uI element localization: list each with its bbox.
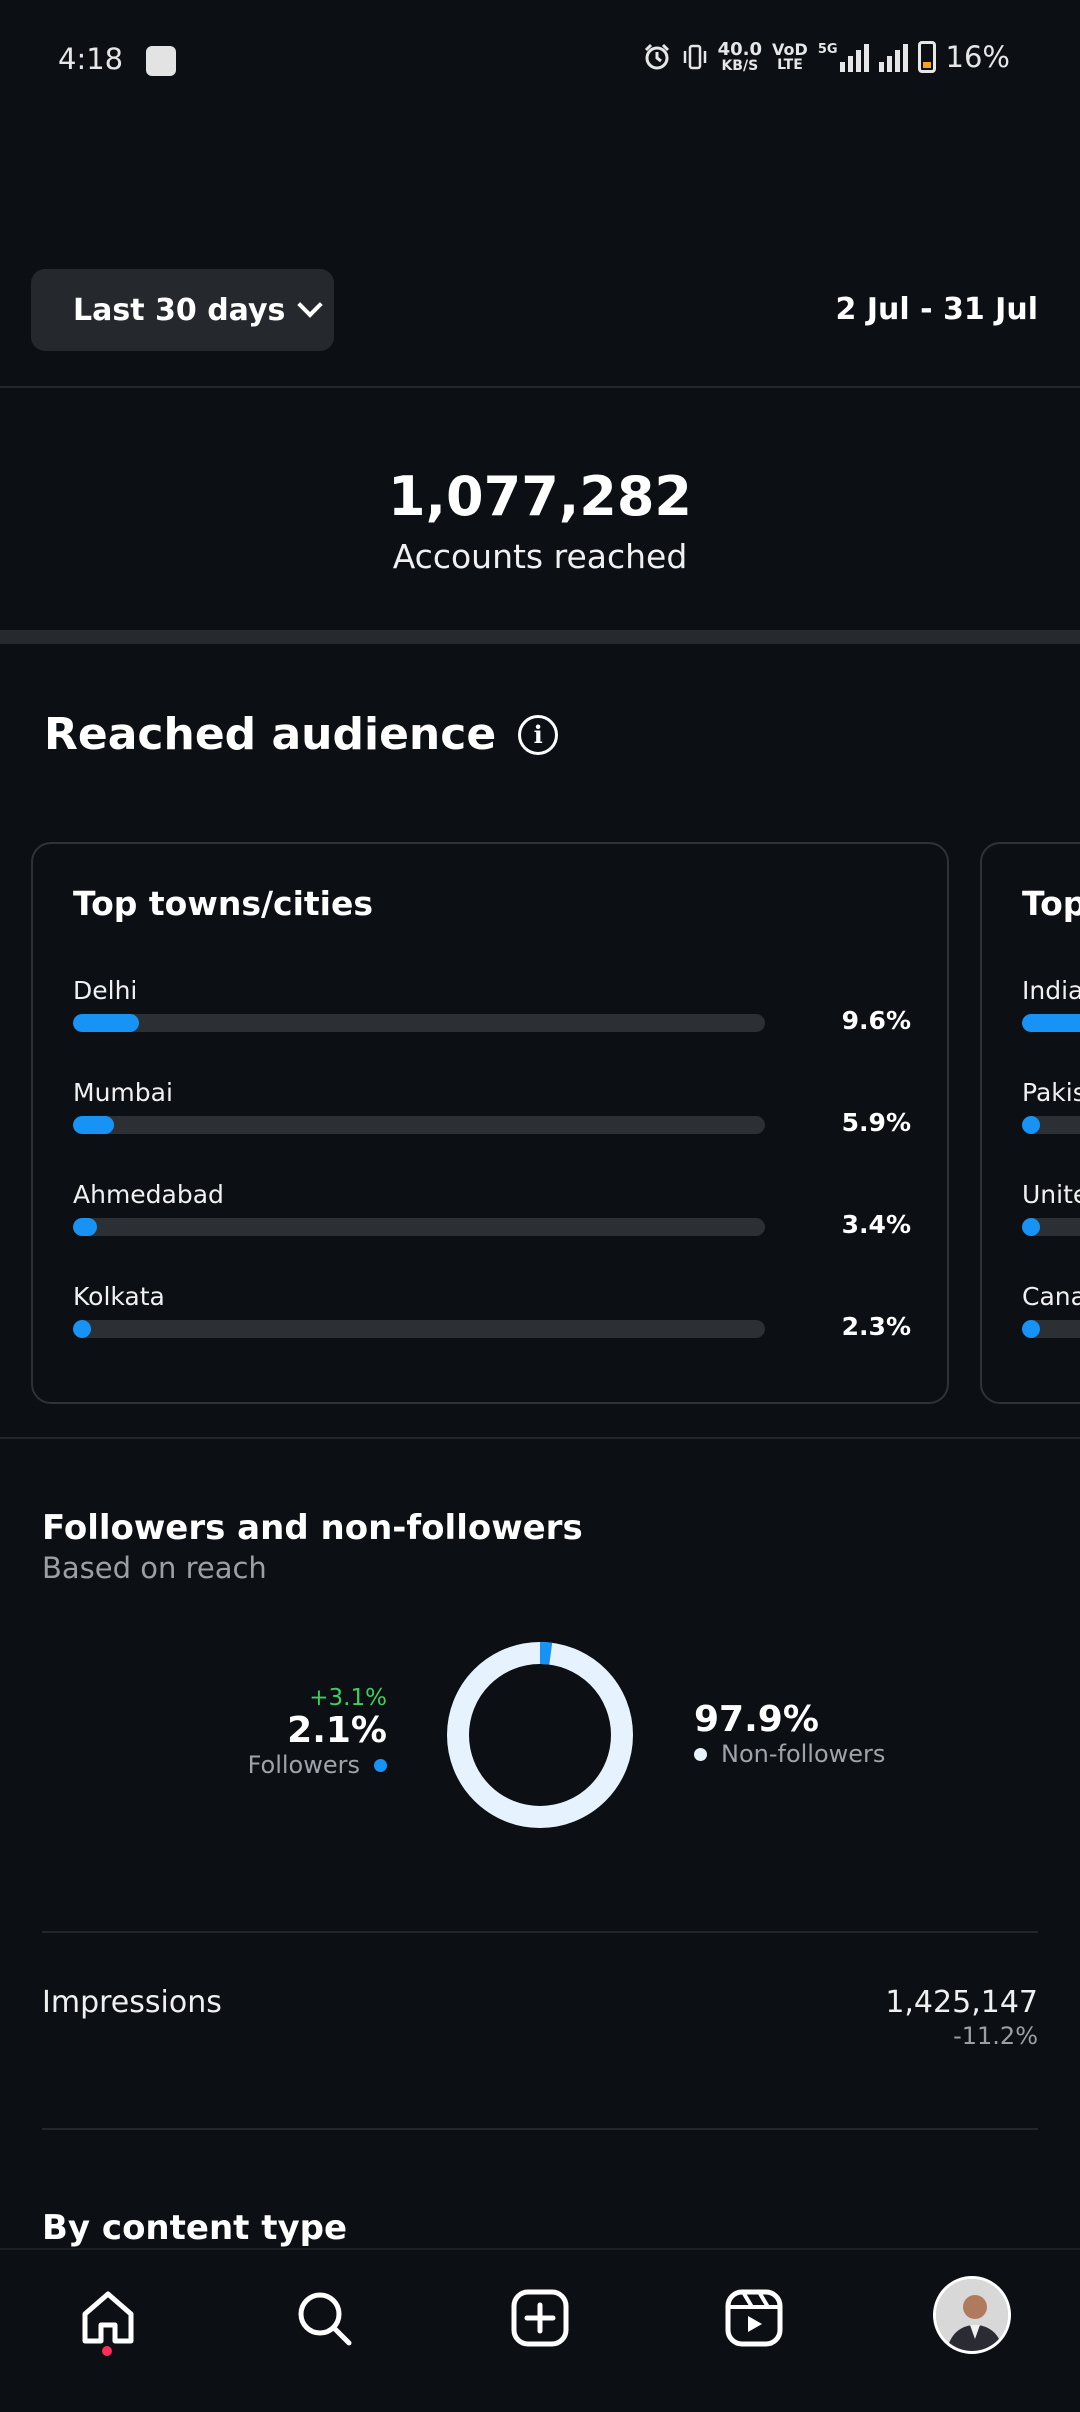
country-name: Pakis <box>1022 1078 1080 1107</box>
followers-section-title: Followers and non-followers <box>42 1508 583 1548</box>
notification-app-icon <box>146 46 176 76</box>
non-followers-ring <box>447 1642 633 1828</box>
reels-icon[interactable] <box>716 2280 792 2356</box>
top-countries-card[interactable]: Top India Pakis Unite Cana <box>980 842 1080 1404</box>
city-name: Mumbai <box>73 1078 173 1107</box>
list-item: Mumbai 5.9% <box>73 1078 911 1148</box>
non-followers-legend-dot <box>694 1747 707 1761</box>
profile-avatar[interactable] <box>933 2276 1011 2354</box>
impressions-change: -11.2% <box>953 2022 1038 2050</box>
battery-percent: 16% <box>945 40 1010 74</box>
accounts-reached-value: 1,077,282 <box>387 465 693 528</box>
city-percent: 9.6% <box>841 1006 911 1035</box>
home-notification-dot <box>102 2346 112 2356</box>
bar-fill <box>73 1116 114 1134</box>
non-followers-percent: 97.9% <box>694 1699 819 1740</box>
vibrate-icon <box>683 44 706 70</box>
divider <box>42 2128 1038 2130</box>
city-percent: 3.4% <box>841 1210 911 1239</box>
bar-track <box>1022 1116 1080 1134</box>
card-title: Top towns/cities <box>73 884 374 923</box>
divider <box>0 1437 1080 1439</box>
status-indicators: 40.0 KB/S VoD LTE 5G 16% <box>642 40 1010 74</box>
bar-fill <box>73 1014 140 1032</box>
list-item: Unite <box>1022 1180 1080 1250</box>
signal-strength-icon <box>839 42 869 72</box>
date-range-text: 2 Jul - 31 Jul <box>835 292 1038 327</box>
non-followers-label: Non-followers <box>721 1740 886 1768</box>
create-icon[interactable] <box>502 2280 578 2356</box>
city-percent: 2.3% <box>841 1312 911 1341</box>
country-name: Cana <box>1022 1282 1080 1311</box>
net-speed: 40.0 KB/S <box>717 39 763 74</box>
country-name: India <box>1022 976 1080 1005</box>
status-time: 4:18 <box>58 42 124 76</box>
bar-track <box>73 1014 765 1032</box>
alarm-icon <box>644 43 669 70</box>
volte-indicator: VoD LTE <box>772 40 808 73</box>
section-divider <box>0 630 1080 644</box>
bar-fill <box>1022 1218 1040 1236</box>
followers-section-subtitle: Based on reach <box>42 1551 267 1585</box>
city-name: Ahmedabad <box>73 1180 224 1209</box>
list-item: Kolkata 2.3% <box>73 1282 911 1352</box>
bar-fill <box>1022 1014 1080 1032</box>
city-name: Delhi <box>73 976 138 1005</box>
divider <box>42 1931 1038 1933</box>
search-icon[interactable] <box>286 2280 362 2356</box>
bar-fill <box>73 1320 91 1338</box>
list-item: India <box>1022 976 1080 1046</box>
bottom-nav <box>0 2248 1080 2412</box>
followers-percent: 2.1% <box>287 1710 387 1751</box>
city-percent: 5.9% <box>841 1108 911 1137</box>
divider <box>0 386 1080 388</box>
bar-track <box>1022 1014 1080 1032</box>
chevron-down-icon <box>297 292 324 318</box>
non-followers-stat: 97.9% Non-followers <box>694 1700 885 1768</box>
home-icon[interactable] <box>70 2280 146 2356</box>
bar-track <box>1022 1320 1080 1338</box>
impressions-value: 1,425,147 <box>885 1985 1038 2020</box>
battery-icon <box>917 41 936 73</box>
signal-strength-icon-2 <box>878 42 908 72</box>
content-type-title: By content type <box>42 2208 348 2248</box>
status-bar: 4:18 40.0 KB/S VoD LTE 5G 16% <box>0 0 1080 124</box>
accounts-reached-label: Accounts reached <box>392 537 688 576</box>
card-title: Top <box>1022 884 1080 923</box>
impressions-label: Impressions <box>42 1985 222 2020</box>
signal-5g: 5G <box>818 42 869 72</box>
list-item: Pakis <box>1022 1078 1080 1148</box>
followers-legend-dot <box>374 1758 387 1772</box>
followers-donut-chart <box>447 1642 633 1828</box>
bar-track <box>73 1320 765 1338</box>
bar-track <box>73 1116 765 1134</box>
reached-audience-title: Reached audience i <box>44 709 559 760</box>
followers-stat: +3.1% 2.1% Followers <box>248 1685 387 1779</box>
list-item: Ahmedabad 3.4% <box>73 1180 911 1250</box>
list-item: Cana <box>1022 1282 1080 1352</box>
bar-track <box>73 1218 765 1236</box>
date-range-selector[interactable]: Last 30 days <box>31 269 334 351</box>
list-item: Delhi 9.6% <box>73 976 911 1046</box>
bar-fill <box>73 1218 97 1236</box>
date-range-selector-label: Last 30 days <box>73 292 286 328</box>
bar-track <box>1022 1218 1080 1236</box>
top-cities-card[interactable]: Top towns/cities Delhi 9.6% Mumbai 5.9% … <box>31 842 949 1404</box>
followers-label: Followers <box>247 1751 360 1779</box>
bar-fill <box>1022 1320 1040 1338</box>
followers-change: +3.1% <box>309 1685 387 1711</box>
city-name: Kolkata <box>73 1282 165 1311</box>
country-name: Unite <box>1022 1180 1080 1209</box>
info-icon[interactable]: i <box>518 714 559 755</box>
bar-fill <box>1022 1116 1040 1134</box>
